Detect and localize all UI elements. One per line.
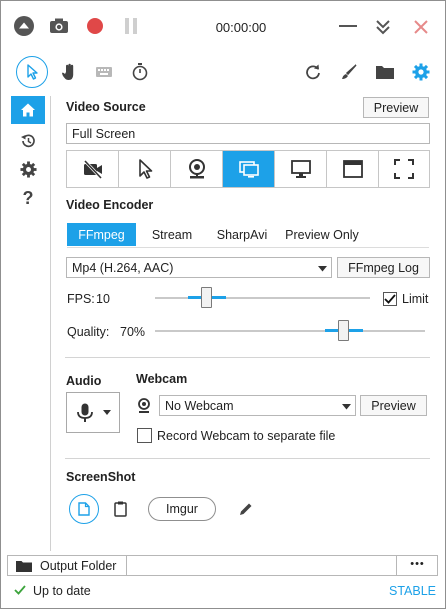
quality-label: Quality: [67,325,110,339]
ffmpeg-log-button[interactable]: FFmpeg Log [337,257,430,278]
check-icon [384,294,396,304]
source-webcam[interactable] [171,151,223,187]
clipboard-icon[interactable] [110,499,130,519]
microphone-icon [76,403,93,422]
status-text: Up to date [33,584,91,598]
help-icon[interactable]: ? [11,185,45,211]
edit-icon[interactable] [235,499,255,519]
brush-icon[interactable] [339,61,359,83]
minimize-icon[interactable] [337,16,359,36]
folder-icon[interactable] [374,61,396,83]
webcam-value: No Webcam [165,398,234,413]
fps-slider[interactable] [155,287,370,309]
encoder-tabs-underline [67,247,429,248]
tab-sharpavi[interactable]: SharpAvi [209,223,275,246]
app-window: 00:00:00 ? Video Source Preview Full Scr… [0,0,446,609]
fps-thumb[interactable] [201,287,212,308]
webcam-icon [188,159,205,179]
codec-value: Mp4 (H.264, AAC) [72,260,174,275]
region-icon [394,159,414,179]
limit-label: Limit [402,292,429,306]
cursor-icon[interactable] [16,56,48,88]
output-folder-label: Output Folder [40,559,117,573]
save-to-disk-button[interactable] [69,494,99,524]
timer: 00:00:00 [215,20,267,35]
tab-preview-only[interactable]: Preview Only [279,223,365,246]
pause-icon[interactable] [121,16,141,36]
menu-up-icon[interactable] [14,16,34,36]
fps-value: 10 [96,292,110,306]
limit-checkbox[interactable] [383,292,397,306]
quality-thumb[interactable] [338,320,349,341]
screen-icon [238,161,259,178]
fps-label: FPS: [67,292,95,306]
camera-icon[interactable] [49,16,69,36]
divider [65,458,430,459]
codec-select[interactable]: Mp4 (H.264, AAC) [66,257,332,278]
source-pointer[interactable] [119,151,171,187]
source-monitor[interactable] [275,151,327,187]
chevron-down-icon [318,261,327,275]
history-icon[interactable] [11,128,45,154]
window-icon [342,160,363,178]
video-source-field[interactable]: Full Screen [66,123,430,144]
refresh-icon[interactable] [303,61,323,83]
gear-icon[interactable] [410,61,432,83]
tab-ffmpeg[interactable]: FFmpeg [67,223,136,246]
audio-button[interactable] [66,392,120,433]
chevron-down-icon [342,399,351,413]
monitor-icon [290,160,311,178]
screenshot-title: ScreenShot [66,470,136,484]
record-button[interactable] [85,16,105,36]
file-icon [78,502,90,516]
sidebar-divider [50,96,51,551]
divider [65,357,430,358]
settings-icon[interactable] [11,156,45,182]
folder-icon [15,558,33,574]
webcam-title: Webcam [136,372,188,386]
imgur-button[interactable]: Imgur [148,497,216,521]
source-window[interactable] [327,151,379,187]
output-folder-path[interactable] [126,556,397,575]
separate-file-checkbox[interactable] [137,428,152,443]
tab-stream[interactable]: Stream [142,223,202,246]
webcam-icon [136,397,152,414]
audio-title: Audio [66,374,102,388]
video-source-preview-button[interactable]: Preview [363,97,429,118]
webcam-select[interactable]: No Webcam [159,395,356,416]
video-source-title: Video Source [66,100,146,114]
close-icon[interactable] [410,16,432,38]
source-screen[interactable] [223,151,275,187]
quality-slider[interactable] [155,320,425,342]
more-button[interactable]: ••• [397,558,438,570]
channel-link[interactable]: STABLE [389,584,436,598]
source-region[interactable] [379,151,429,187]
collapse-icon[interactable] [372,16,394,38]
quality-value: 70% [120,325,146,339]
output-folder-bar[interactable]: Output Folder ••• [7,555,438,576]
stopwatch-icon[interactable] [130,61,150,83]
webcam-preview-button[interactable]: Preview [360,395,427,416]
no-video-icon [83,159,102,180]
chevron-down-icon [102,409,111,415]
video-encoder-title: Video Encoder [66,198,154,212]
quality-track [155,330,425,332]
hand-icon[interactable] [59,61,79,83]
check-icon [13,583,27,597]
keyboard-icon[interactable] [94,61,114,83]
pointer-icon [138,159,152,179]
source-none[interactable] [67,151,119,187]
separate-file-label: Record Webcam to separate file [157,429,336,443]
sidebar-item-home[interactable] [11,96,45,124]
